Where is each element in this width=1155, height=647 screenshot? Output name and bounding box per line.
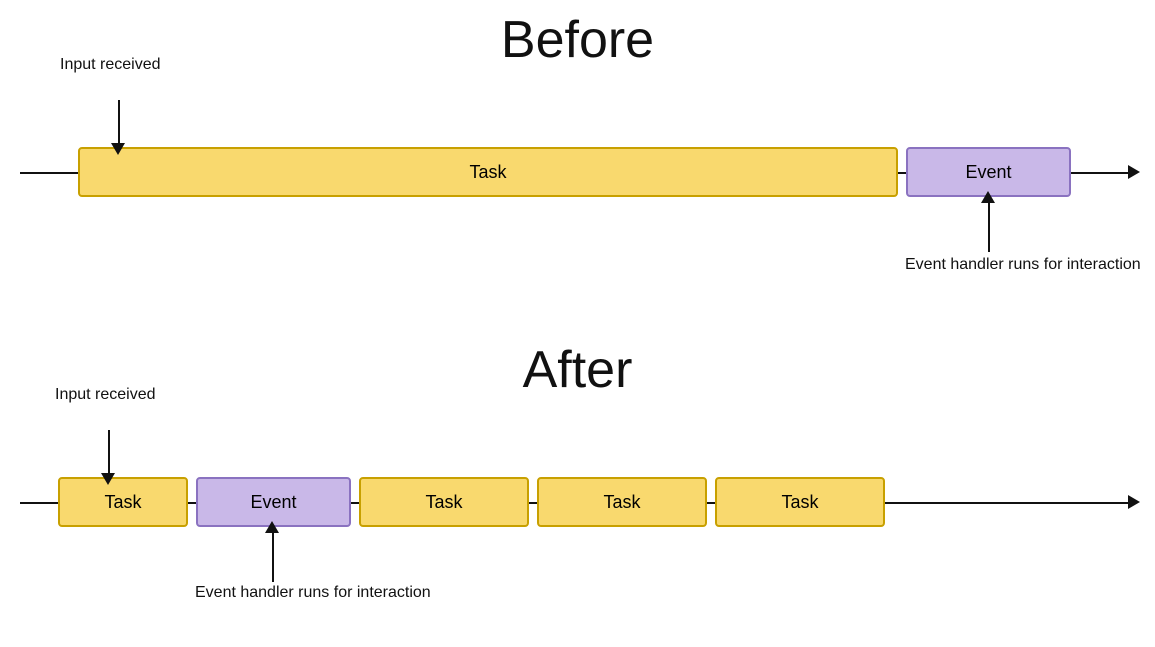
after-task4-box: Task [715, 477, 885, 527]
before-timeline-right [1071, 172, 1131, 174]
before-input-arrow-down [111, 143, 125, 155]
diagram-container: Before Task Event Input received Event h… [0, 0, 1155, 647]
after-arrow-right [1128, 495, 1140, 509]
before-timeline-mid [898, 172, 906, 174]
after-input-arrow-down [101, 473, 115, 485]
after-task2-box: Task [359, 477, 529, 527]
after-event-handler-vert [272, 527, 274, 582]
after-event-handler-label: Event handler runs for interaction [195, 583, 431, 604]
before-input-vert-line [118, 100, 120, 147]
before-arrow-right [1128, 165, 1140, 179]
before-event-handler-label: Event handler runs for interaction [905, 255, 1141, 276]
after-timeline-right [885, 502, 1135, 504]
after-task4-label: Task [781, 492, 818, 513]
after-task2-label: Task [425, 492, 462, 513]
before-event-handler-vert [988, 197, 990, 252]
before-event-label: Event [965, 162, 1011, 183]
before-event-arrow-up [981, 191, 995, 203]
after-task1-label: Task [104, 492, 141, 513]
before-title: Before [501, 10, 654, 70]
after-event-label: Event [250, 492, 296, 513]
before-task-label: Task [469, 162, 506, 183]
before-task-box: Task [78, 147, 898, 197]
after-line2 [351, 502, 359, 504]
before-event-box: Event [906, 147, 1071, 197]
after-input-vert-line [108, 430, 110, 477]
after-event-arrow-up [265, 521, 279, 533]
after-input-label: Input received [55, 385, 156, 406]
after-task3-label: Task [603, 492, 640, 513]
after-title: After [523, 340, 633, 400]
after-task3-box: Task [537, 477, 707, 527]
before-timeline-left [20, 172, 78, 174]
after-event-box: Event [196, 477, 351, 527]
after-line1 [188, 502, 196, 504]
before-input-label: Input received [60, 55, 161, 76]
after-task1-box: Task [58, 477, 188, 527]
after-line3 [529, 502, 537, 504]
after-timeline-left [20, 502, 58, 504]
after-line4 [707, 502, 715, 504]
